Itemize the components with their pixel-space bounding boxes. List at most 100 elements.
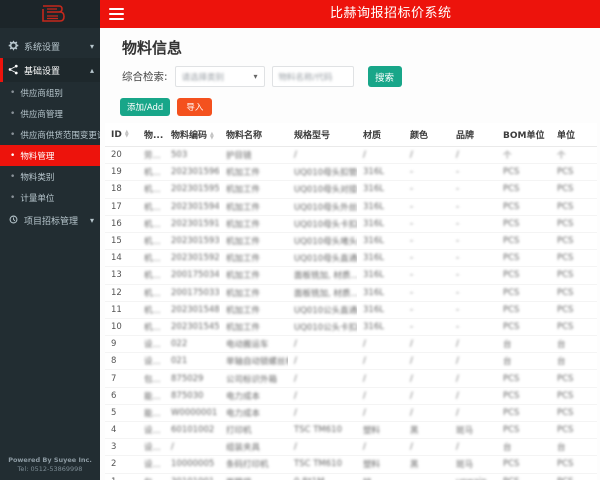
cell: 316L <box>357 232 404 251</box>
column-header[interactable]: 物料编码 ▲ ▼ <box>165 123 220 147</box>
cell: PCS <box>551 369 597 388</box>
cell: / <box>165 438 220 457</box>
page-title: 物料信息 <box>122 39 183 57</box>
sidebar-item-label: 基础设置 <box>24 66 61 77</box>
cell: / <box>450 438 497 457</box>
table-row[interactable]: 15机...202301593机加工件UQ010母头堵头组...316L--PC… <box>105 232 597 251</box>
telephone-text: Tel: 0512-53869998 <box>17 465 83 474</box>
sidebar-subitem-label: 物料类别 <box>20 172 55 183</box>
table-row[interactable]: 10机...202301545机加工件UQ010公头卡扣组...316L--PC… <box>105 318 597 337</box>
cell: PCS <box>551 473 597 480</box>
cell: PCS <box>551 318 597 337</box>
search-label: 综合检索: <box>122 71 168 83</box>
sidebar-subitem[interactable]: • 供应商组别 <box>0 82 100 103</box>
sidebar-subitem[interactable]: • 物料类别 <box>0 166 100 187</box>
search-button[interactable]: 搜索 <box>367 66 402 87</box>
sidebar-subitem[interactable]: • 计量单位 <box>0 187 100 208</box>
sidebar-item-0[interactable]: 系统设置 ▾ <box>0 34 100 58</box>
cell: UQ010公头卡扣组... <box>288 318 357 337</box>
cell: / <box>404 335 450 354</box>
sidebar-subitem[interactable]: • 供应商供货范围变更记录 <box>0 124 100 145</box>
cell: PCS <box>551 232 597 251</box>
cell: TSC TM610 <box>288 421 357 440</box>
cell: 316L <box>357 163 404 182</box>
table-row[interactable]: 4 设... 60101002 打印机 TSC TM610 塑料黑斑马 PCS PCS <box>105 421 597 440</box>
cell: PCS <box>551 284 597 302</box>
cell: PCS <box>551 387 597 405</box>
table-row[interactable]: 17机...202301594机加工件UQ010母头外丝组...316L--PC… <box>105 198 597 216</box>
cell: 机... <box>138 215 165 233</box>
table-row[interactable]: 2 设... 10000005 条码打印机 TSC TM610 塑料黑斑马 PCS PCS <box>105 455 597 474</box>
app-title: 比赫询报招标价系统 <box>330 6 452 21</box>
cell: 黑 <box>404 455 450 474</box>
table-row[interactable]: 16机...202301591机加工件UQ010母头卡扣组...316L--PC… <box>105 215 597 233</box>
project-management-icon <box>8 214 20 226</box>
cell: 锌 <box>357 473 404 480</box>
hamburger-menu-icon[interactable] <box>109 8 124 20</box>
cell: UQ010母头卡扣组... <box>288 215 357 233</box>
table-row[interactable]: 18机...202301595机加工件UQ010母头对接组...316L--PC… <box>105 180 597 199</box>
table-row[interactable]: 13 机... 200175034 机加工件 面板铣加, 材质... 316L - - PCS P… <box>105 266 597 285</box>
cell: / <box>450 335 497 354</box>
cell: 机... <box>138 198 165 216</box>
sidebar-item-1[interactable]: 基础设置 ▴ <box>0 58 100 82</box>
table-row[interactable]: 5 能... W0000001 电力成本 / / / / PCS PCS <box>105 404 597 423</box>
cell: 机... <box>138 284 165 302</box>
table-row[interactable]: 14机...202301592机加工件UQ010母头直通组...316L--PC… <box>105 249 597 268</box>
cell: - <box>450 163 497 182</box>
sidebar-subitem-label: 物料管理 <box>20 151 55 162</box>
cell: PCS <box>497 369 551 388</box>
cell: PCS <box>497 455 551 474</box>
column-header[interactable]: ID ▲ ▼ <box>105 123 138 147</box>
sort-icon[interactable]: ▲ ▼ <box>210 131 214 140</box>
cell: PCS <box>497 387 551 405</box>
cell: 机加工件 <box>220 198 288 216</box>
cell: 机加工件 <box>220 301 288 319</box>
keyword-input[interactable]: 物料名称/代码 <box>271 66 354 87</box>
add-button[interactable]: 添加/Add <box>120 98 171 116</box>
import-button[interactable]: 导入 <box>177 98 213 116</box>
cell: PCS <box>497 180 551 199</box>
table-row[interactable]: 19机...202301596机加工件UQ010母头扣管组...316L--PC… <box>105 163 597 182</box>
cell: 202301596 <box>165 163 220 182</box>
cell: / <box>288 352 357 371</box>
table-row[interactable]: 6 能... 875030 电力成本 / / / / PCS PCS <box>105 387 597 405</box>
table-row[interactable]: 12 机... 200175033 机加工件 面板铣加, 材质... 316L - - PCS P… <box>105 284 597 302</box>
top-bar: 比赫询报招标价系统 <box>100 0 600 28</box>
table-row[interactable]: 20 劳... 503 护目镜 / / / / 个个 <box>105 146 597 165</box>
sort-icon[interactable]: ▲ ▼ <box>125 130 129 139</box>
cell: 设... <box>138 438 165 457</box>
table-row[interactable]: 3 设... / 组装夹具 / / / / 台台 <box>105 438 597 457</box>
sidebar-item-2[interactable]: 项目招标管理 ▾ <box>0 208 100 232</box>
table-row[interactable]: 8 设... 021 单轴自动锁螺丝机 / / / / 台台 <box>105 352 597 371</box>
cell: / <box>288 335 357 354</box>
cell-id: 3 <box>105 438 138 457</box>
table-row[interactable]: 1包...30101001面膜袋0.8*1M锌unwainPCSPCS <box>105 473 597 480</box>
table-row[interactable]: 11机...202301548机加工件UQ010公头直通组...316L--PC… <box>105 301 597 319</box>
cell: / <box>288 404 357 423</box>
cell: - <box>450 301 497 319</box>
sidebar-item-label: 项目招标管理 <box>24 216 79 227</box>
cell: - <box>404 301 450 319</box>
sidebar-subitem[interactable]: • 供应商管理 <box>0 103 100 124</box>
powered-by-text: Powered By Suyee Inc. <box>8 455 92 464</box>
cell: 面板铣加, 材质... <box>288 284 357 302</box>
brand-logo[interactable] <box>0 0 100 28</box>
cell: 面板铣加, 材质... <box>288 266 357 285</box>
materials-table: ID ▲ ▼ 物... 物料编码 ▲ ▼ 物料名称 规格型号 材质 颜色 品牌 BOM单位 单位 20 劳..… <box>105 123 597 480</box>
cell: 台 <box>497 335 551 354</box>
gear-icon <box>8 40 20 52</box>
cell: PCS <box>497 301 551 319</box>
table-row[interactable]: 7 包... 875029 公司标识外箱 / / / / PCS PCS <box>105 369 597 388</box>
category-select[interactable]: 请选择类别 ▾ <box>174 66 265 87</box>
cell: 劳... <box>138 146 165 165</box>
app-window: 系统设置▾基础设置▴•供应商组别•供应商管理•供应商供货范围变更记录•物料管理•… <box>0 0 600 480</box>
cell: PCS <box>497 318 551 337</box>
cell: - <box>404 215 450 233</box>
cell: / <box>288 387 357 405</box>
sidebar-subitem[interactable]: • 物料管理 <box>0 145 100 166</box>
cell: - <box>450 232 497 251</box>
cell: 316L <box>357 266 404 285</box>
cell: PCS <box>497 421 551 440</box>
table-row[interactable]: 9 设... 022 电动搬运车 / / / / 台台 <box>105 335 597 354</box>
